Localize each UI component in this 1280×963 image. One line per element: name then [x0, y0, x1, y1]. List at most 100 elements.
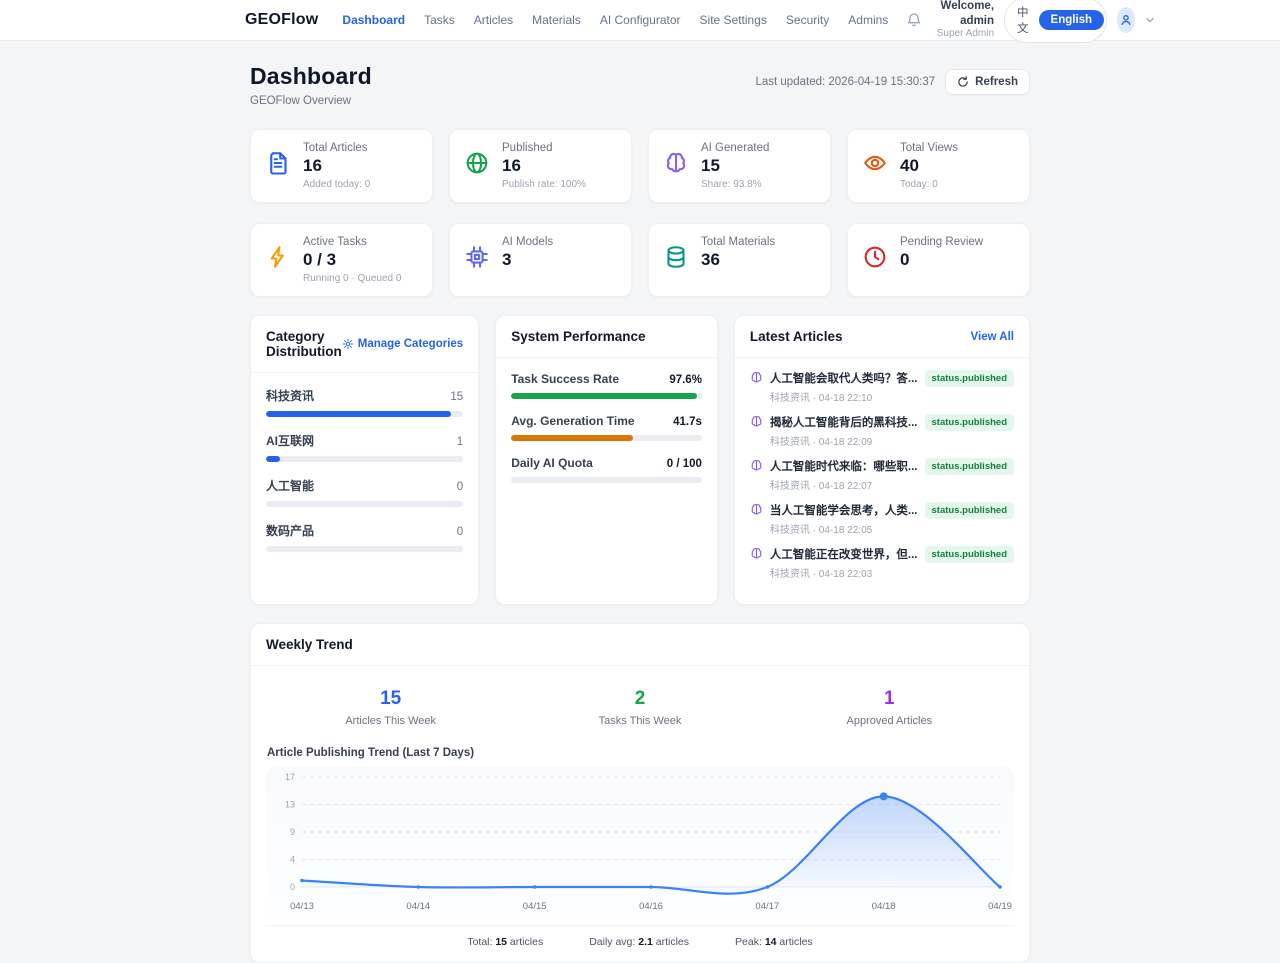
notification-bell-icon[interactable] — [906, 12, 922, 28]
clock-icon — [863, 245, 887, 284]
stat-label: Pending Review — [900, 236, 983, 248]
weekly-stat: 2Tasks This Week — [515, 688, 764, 727]
stat-card: AI Generated15Share: 93.8% — [648, 129, 831, 203]
weekly-stat: 15 Articles This Week — [266, 688, 515, 727]
user-role: Super Admin — [932, 28, 994, 41]
top-bar: GEOFlow DashboardTasksArticlesMaterialsA… — [0, 0, 1280, 41]
meter-fill — [511, 435, 633, 441]
page-subtitle: GEOFlow Overview — [250, 95, 372, 107]
article-list-item[interactable]: 人工智能正在改变世界，但...科技资讯 · 04-18 22:03status.… — [750, 546, 1014, 580]
article-list-item[interactable]: 人工智能会取代人类吗？答...科技资讯 · 04-18 22:10status.… — [750, 370, 1014, 404]
stat-value: 0 — [900, 250, 983, 270]
stat-label: Published — [502, 142, 586, 154]
user-welcome: Welcome, admin Super Admin — [932, 0, 994, 41]
stat-subtext: Today: 0 — [900, 179, 958, 190]
system-performance-panel: System Performance Task Success Rate97.6… — [495, 315, 718, 605]
meter-row: Task Success Rate97.6% — [511, 372, 702, 399]
trend-chart: 171394004/1304/1404/1504/1604/1704/1804/… — [266, 767, 1014, 917]
nav-item-articles[interactable]: Articles — [474, 13, 513, 27]
nav-item-admins[interactable]: Admins — [848, 13, 888, 27]
view-all-link[interactable]: View All — [971, 331, 1014, 343]
article-list-item[interactable]: 当人工智能学会思考，人类...科技资讯 · 04-18 22:05status.… — [750, 502, 1014, 536]
article-list-item[interactable]: 揭秘人工智能背后的黑科技...科技资讯 · 04-18 22:09status.… — [750, 414, 1014, 448]
stat-card: Published16Publish rate: 100% — [449, 129, 632, 203]
stat-subtext: Share: 93.8% — [701, 179, 769, 190]
stat-value: 15 — [701, 156, 769, 176]
svg-text:04/13: 04/13 — [290, 901, 314, 912]
stat-subtext: Added today: 0 — [303, 179, 370, 190]
stat-subtext: Running 0 · Queued 0 — [303, 273, 401, 284]
nav-item-security[interactable]: Security — [786, 13, 829, 27]
language-toggle: 中文 English — [1004, 0, 1107, 43]
svg-text:13: 13 — [285, 800, 295, 810]
lang-chinese-button[interactable]: 中文 — [1007, 0, 1039, 40]
user-avatar[interactable] — [1117, 7, 1135, 33]
article-list-item[interactable]: 人工智能时代来临：哪些职...科技资讯 · 04-18 22:07status.… — [750, 458, 1014, 492]
manage-categories-link[interactable]: Manage Categories — [342, 338, 463, 350]
refresh-icon — [957, 76, 969, 88]
weekly-stat-label: Tasks This Week — [515, 715, 764, 727]
meter-value: 0 — [457, 526, 463, 538]
article-title: 人工智能时代来临：哪些职... — [770, 458, 918, 474]
svg-text:0: 0 — [290, 882, 295, 892]
chevron-down-icon[interactable] — [1145, 15, 1155, 25]
globe-icon — [465, 151, 489, 190]
article-meta: 科技资讯 · 04-18 22:09 — [770, 433, 918, 448]
meter-label: Daily AI Quota — [511, 456, 593, 470]
stat-label: Total Articles — [303, 142, 370, 154]
stat-value: 16 — [502, 156, 586, 176]
stat-card: Pending Review 0 — [847, 223, 1030, 297]
refresh-button[interactable]: Refresh — [945, 69, 1030, 95]
ai-brain-icon — [750, 371, 763, 384]
weekly-stat-value: 1 — [765, 688, 1014, 710]
weekly-trend-panel: Weekly Trend 15 Articles This Week2Tasks … — [250, 623, 1030, 963]
weekly-stats-row: 15 Articles This Week2Tasks This Week1 App… — [266, 680, 1014, 731]
nav-item-dashboard[interactable]: Dashboard — [342, 13, 405, 27]
page-title: Dashboard — [250, 63, 372, 90]
article-meta: 科技资讯 · 04-18 22:10 — [770, 389, 918, 404]
weekly-stat-label: Approved Articles — [765, 715, 1014, 727]
article-title: 揭秘人工智能背后的黑科技... — [770, 414, 918, 430]
meter-track — [511, 477, 702, 483]
svg-text:04/15: 04/15 — [523, 901, 547, 912]
meter-label: 科技资讯 — [266, 387, 314, 404]
article-meta: 科技资讯 · 04-18 22:05 — [770, 521, 918, 536]
svg-text:04/19: 04/19 — [988, 901, 1012, 912]
category-panel-title: Category Distribution — [266, 329, 342, 359]
meter-row: 数码产品 0 — [266, 522, 463, 552]
weekly-stat-label: Articles This Week — [266, 715, 515, 727]
meter-row: 人工智能0 — [266, 477, 463, 507]
articles-panel-title: Latest Articles — [750, 329, 843, 344]
brain-icon — [664, 151, 688, 190]
nav-item-materials[interactable]: Materials — [532, 13, 581, 27]
meter-label: 人工智能 — [266, 477, 314, 494]
gear-icon — [342, 338, 354, 350]
lang-english-button[interactable]: English — [1039, 10, 1105, 30]
meter-track — [511, 435, 702, 441]
meter-track — [266, 501, 463, 507]
stat-value: 16 — [303, 156, 370, 176]
weekly-trend-title: Weekly Trend — [266, 637, 353, 652]
chart-summary-item: Peak: 14 articles — [735, 936, 813, 948]
ai-brain-icon — [750, 459, 763, 472]
refresh-label: Refresh — [975, 76, 1018, 88]
svg-text:17: 17 — [285, 772, 295, 782]
stat-card: Total Materials36 — [648, 223, 831, 297]
article-title: 当人工智能学会思考，人类... — [770, 502, 918, 518]
nav-item-tasks[interactable]: Tasks — [424, 13, 455, 27]
nav-item-site-settings[interactable]: Site Settings — [700, 13, 767, 27]
meter-row: 科技资讯15 — [266, 387, 463, 417]
article-title: 人工智能会取代人类吗？答... — [770, 370, 918, 386]
nav-item-ai-configurator[interactable]: AI Configurator — [600, 13, 681, 27]
meter-fill — [511, 393, 697, 399]
meter-label: 数码产品 — [266, 522, 314, 539]
chart-summary-item: Total: 15 articles — [467, 936, 543, 948]
meter-value: 41.7s — [673, 416, 702, 428]
meter-track — [266, 546, 463, 552]
chart-summary-item: Daily avg: 2.1 articles — [589, 936, 689, 948]
latest-articles-panel: Latest Articles View All 人工智能会取代人类吗？答...… — [734, 315, 1030, 605]
meter-value: 0 / 100 — [667, 458, 702, 470]
article-list: 人工智能会取代人类吗？答...科技资讯 · 04-18 22:10status.… — [735, 358, 1029, 604]
stat-value: 0 / 3 — [303, 250, 401, 270]
weekly-stat-value: 15 — [266, 688, 515, 710]
